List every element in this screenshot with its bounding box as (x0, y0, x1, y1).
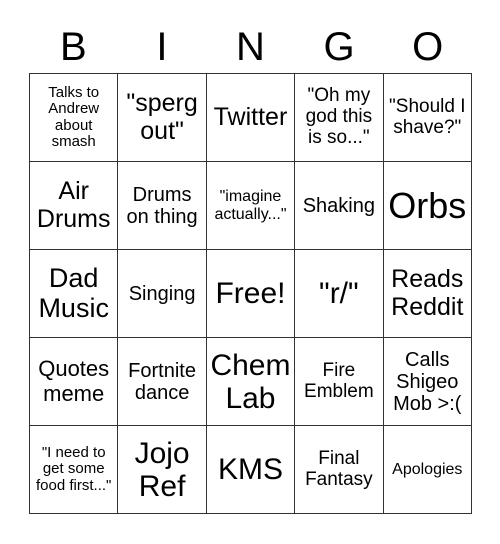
bingo-cell[interactable]: Reads Reddit (382, 249, 473, 338)
bingo-cell[interactable]: Shaking (294, 161, 384, 250)
bingo-cell[interactable]: "sperg out" (117, 73, 207, 162)
bingo-cell[interactable]: Quotes meme (28, 337, 119, 426)
header-letter-i: I (156, 25, 168, 69)
bingo-cell[interactable]: Jojo Ref (117, 425, 207, 514)
header-letter-n: N (236, 25, 265, 69)
bingo-cell[interactable]: Calls Shigeo Mob >:( (382, 337, 473, 426)
bingo-cell[interactable]: KMS (205, 425, 296, 514)
bingo-cell[interactable]: Dad Music (28, 249, 119, 338)
bingo-cell[interactable]: "I need to get some food first..." (28, 425, 119, 514)
bingo-cell[interactable]: Free! (205, 249, 296, 338)
bingo-cell[interactable]: Fire Emblem (294, 337, 384, 426)
bingo-cell[interactable]: "r/" (294, 249, 384, 338)
bingo-cell[interactable]: Twitter (205, 73, 296, 162)
bingo-header: B I N G O (29, 22, 472, 72)
board-row: "I need to get some food first..." Jojo … (28, 425, 473, 514)
board-row: Talks to Andrew about smash "sperg out" … (28, 73, 473, 162)
bingo-board: Talks to Andrew about smash "sperg out" … (28, 73, 473, 514)
header-letter-b: B (59, 25, 87, 69)
bingo-cell[interactable]: "imagine actually..." (205, 161, 296, 250)
bingo-cell[interactable]: "Oh my god this is so..." (294, 73, 384, 162)
board-row: Dad Music Singing Free! "r/" Reads Reddi… (28, 249, 473, 338)
bingo-cell[interactable]: Air Drums (28, 161, 119, 250)
board-row: Air Drums Drums on thing "imagine actual… (28, 161, 473, 250)
header-letter-o: O (412, 25, 444, 69)
bingo-cell[interactable]: Apologies (382, 425, 473, 514)
bingo-cell[interactable]: Final Fantasy (294, 425, 384, 514)
bingo-cell[interactable]: "Should I shave?" (382, 73, 473, 162)
header-letter-g: G (323, 25, 355, 69)
bingo-cell[interactable]: Talks to Andrew about smash (28, 73, 119, 162)
bingo-cell[interactable]: Drums on thing (117, 161, 207, 250)
bingo-cell[interactable]: Orbs (382, 161, 473, 250)
bingo-cell[interactable]: Singing (117, 249, 207, 338)
bingo-cell[interactable]: Fortnite dance (117, 337, 207, 426)
board-row: Quotes meme Fortnite dance Chem Lab Fire… (28, 337, 473, 426)
bingo-cell[interactable]: Chem Lab (205, 337, 296, 426)
